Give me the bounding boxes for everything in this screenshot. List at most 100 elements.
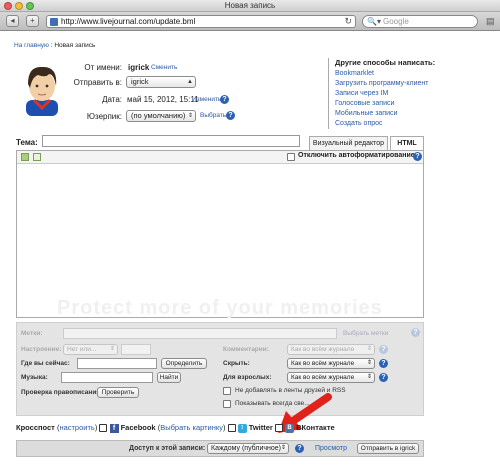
location-input[interactable]	[77, 358, 157, 369]
help-icon[interactable]: ?	[379, 359, 388, 368]
access-label: Доступ к этой записи:	[129, 445, 206, 452]
post-to-select[interactable]: igrick ▲	[126, 76, 196, 88]
facebook-icon: f	[109, 423, 119, 433]
subject-input[interactable]	[42, 135, 300, 147]
userpic-label: Юзерпик:	[86, 112, 122, 121]
adult-label: Для взрослых:	[223, 374, 272, 381]
vk-label: ВКонтакте	[296, 423, 335, 432]
preview-link[interactable]: Просмотр	[315, 445, 347, 452]
window-title: Новая запись	[224, 1, 276, 10]
crosspost-label: Кросспост	[16, 423, 55, 432]
adult-value: Как во всём журнале	[291, 374, 355, 381]
help-icon[interactable]: ?	[220, 95, 229, 104]
create-poll-link[interactable]: Создать опрос	[335, 119, 488, 129]
help-icon[interactable]: ?	[413, 152, 422, 161]
spellcheck-button[interactable]: Проверить	[97, 387, 139, 398]
userpic-select[interactable]: (по умолчанию) ⇕	[126, 110, 196, 122]
tags-input[interactable]	[63, 328, 337, 339]
insert-image-icon[interactable]	[21, 153, 29, 161]
breadcrumb-home-link[interactable]: На главную	[14, 42, 49, 49]
bookmarks-icon[interactable]: ▤	[486, 16, 495, 27]
userpic-value: (по умолчанию)	[131, 111, 186, 120]
spellcheck-label: Проверка правописания:	[21, 389, 103, 396]
help-icon[interactable]: ?	[379, 373, 388, 382]
mood-value: Нет или...	[67, 346, 97, 353]
tags-label: Метки:	[21, 330, 43, 337]
url-text: http://www.livejournal.com/update.bml	[61, 17, 196, 26]
facebook-pic-checkbox[interactable]	[227, 424, 236, 433]
chevron-down-icon: ⇕	[109, 346, 115, 352]
back-button[interactable]: ◂	[6, 15, 19, 27]
date-label: Дата:	[102, 95, 122, 104]
post-editor[interactable]: Отключить автоформатирование ? Protect m…	[16, 150, 424, 342]
chevron-down-icon: ⇕	[280, 445, 286, 451]
from-value: igrick	[128, 63, 150, 72]
access-bar: Доступ к этой записи: Каждому (публичное…	[16, 440, 424, 457]
comments-select[interactable]: Как во всём журнале ⇕	[287, 344, 375, 355]
other-ways-heading: Другие способы написать:	[335, 58, 436, 67]
mood-custom-input[interactable]	[121, 344, 151, 355]
choose-picture-link[interactable]: Выбрать картинку	[160, 423, 223, 432]
download-client-link[interactable]: Загрузить программу-клиент	[335, 79, 488, 89]
insert-media-icon[interactable]	[33, 153, 41, 161]
submit-post-button[interactable]: Отправить в igrick	[357, 443, 419, 454]
breadcrumb-current: Новая запись	[54, 42, 96, 49]
vk-icon: B	[285, 423, 295, 433]
twitter-icon: t	[237, 423, 247, 433]
access-value: Каждому (публичное)	[211, 445, 281, 452]
mood-label: Настроение:	[21, 346, 62, 353]
change-date-link[interactable]: Изменить	[192, 96, 221, 103]
help-icon[interactable]: ?	[226, 111, 235, 120]
date-value: май 15, 2012, 15:11	[127, 95, 199, 104]
breadcrumb-separator: :	[50, 42, 53, 49]
vk-checkbox[interactable]	[274, 424, 283, 433]
paren-close: )	[94, 423, 98, 432]
post-to-value: igrick	[131, 77, 149, 86]
tab-visual-editor[interactable]: Визуальный редактор	[309, 136, 388, 151]
screen-value: Как во всём журнале	[291, 360, 355, 367]
tab-html[interactable]: HTML	[390, 136, 424, 151]
adult-select[interactable]: Как во всём журнале ⇕	[287, 372, 375, 383]
choose-tags-link[interactable]: Выбрать метки	[343, 330, 388, 337]
bookmarklet-link[interactable]: Bookmarklet	[335, 69, 488, 79]
page-icon	[50, 18, 58, 26]
search-icon: 🔍▾	[367, 17, 381, 26]
chevron-down-icon: ⇕	[366, 374, 372, 380]
location-label: Где вы сейчас:	[21, 360, 70, 367]
chevron-down-icon: ▲	[187, 79, 193, 85]
browser-toolbar: ◂ + http://www.livejournal.com/update.bm…	[0, 12, 500, 31]
search-field[interactable]: 🔍▾ Google	[362, 15, 478, 28]
choose-userpic-link[interactable]: Выбрать	[200, 112, 226, 119]
post-options-panel: Метки: Выбрать метки ? Настроение: Нет и…	[16, 322, 424, 416]
disable-autoformat-checkbox[interactable]	[287, 153, 295, 161]
help-icon[interactable]: ?	[295, 444, 304, 453]
find-music-button[interactable]: Найти	[157, 372, 181, 383]
mood-select[interactable]: Нет или... ⇕	[63, 344, 118, 355]
detect-location-button[interactable]: Определить	[161, 358, 207, 369]
reload-icon[interactable]: ↻	[344, 16, 352, 27]
add-bookmark-button[interactable]: +	[26, 15, 39, 27]
access-select[interactable]: Каждому (публичное) ⇕	[207, 443, 289, 454]
music-input[interactable]	[61, 372, 153, 383]
help-icon[interactable]: ?	[379, 345, 388, 354]
crosspost-setup-link[interactable]: настроить	[59, 423, 94, 432]
search-placeholder: Google	[383, 17, 409, 26]
chevron-down-icon: ⇕	[366, 346, 372, 352]
comments-value: Как во всём журнале	[291, 346, 355, 353]
change-user-link[interactable]: Сменить	[151, 64, 177, 71]
facebook-checkbox[interactable]	[99, 424, 108, 433]
screen-select[interactable]: Как во всём журнале ⇕	[287, 358, 375, 369]
facebook-label: Facebook	[120, 423, 156, 432]
address-bar[interactable]: http://www.livejournal.com/update.bml ↻	[46, 15, 356, 28]
mobile-posts-link[interactable]: Мобильные записи	[335, 109, 488, 119]
screen-label: Скрыть:	[223, 360, 250, 367]
window-titlebar: Новая запись	[0, 0, 500, 12]
help-icon[interactable]: ?	[411, 328, 420, 337]
im-posts-link[interactable]: Записи через IM	[335, 89, 488, 99]
show-always-checkbox[interactable]	[223, 400, 231, 408]
chevron-down-icon: ⇕	[187, 113, 193, 119]
post-to-label: Отправить в:	[73, 78, 122, 87]
voice-posts-link[interactable]: Голосовые записи	[335, 99, 488, 109]
from-label: От имени:	[84, 63, 122, 72]
no-feed-checkbox[interactable]	[223, 387, 231, 395]
